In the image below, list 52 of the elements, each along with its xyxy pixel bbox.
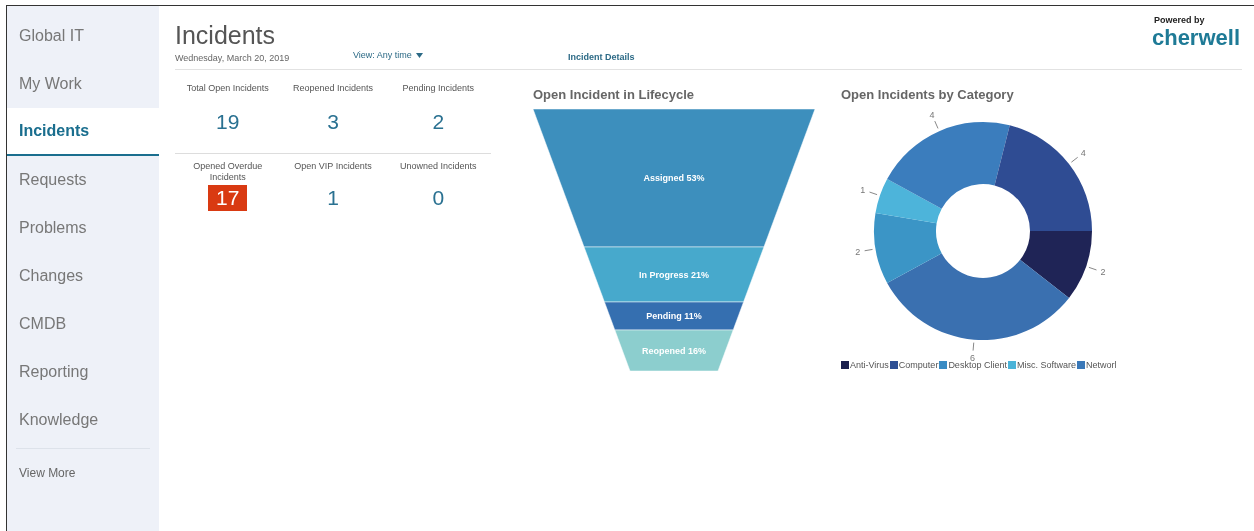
stat-label: Opened Overdue Incidents <box>192 160 264 183</box>
stat-value: 3 <box>327 108 339 135</box>
stat-label: Open VIP Incidents <box>293 160 373 173</box>
page-title: Incidents <box>175 20 277 50</box>
nav-item[interactable]: My Work <box>7 60 159 108</box>
legend-label: Networl <box>1085 359 1117 372</box>
data-label: 6 <box>970 352 975 363</box>
stat-value: 2 <box>432 108 445 135</box>
stat-label: Pending Incidents <box>401 82 476 95</box>
segment-label: Pending 11% <box>646 311 702 321</box>
nav-item[interactable]: Changes <box>7 252 159 300</box>
date-text: Wednesday, March 20, 2019 <box>175 52 291 65</box>
legend-label: Desktop Client <box>948 360 1007 372</box>
segment-label: In Progress 21% <box>639 269 709 280</box>
view-dropdown[interactable]: View: Any time <box>353 49 568 63</box>
segment-label: Assigned 53% <box>643 173 705 183</box>
nav-item[interactable]: Global IT <box>7 12 159 60</box>
powered-by-text: Powered by <box>1153 14 1205 27</box>
leader-line <box>934 120 939 129</box>
caret-icon <box>415 53 423 59</box>
legend-label: Computer <box>898 359 939 372</box>
data-label: 2 <box>855 246 861 257</box>
leader-line <box>869 191 878 196</box>
nav-item[interactable]: CMDB <box>7 300 159 348</box>
stat-value: 17 <box>208 184 248 211</box>
nav-item[interactable]: Reporting <box>7 348 159 396</box>
stat-value: 19 <box>216 108 240 135</box>
nav-item[interactable]: Problems <box>7 204 159 252</box>
data-label: 4 <box>1080 148 1086 158</box>
leader-line <box>864 248 874 252</box>
nav-item[interactable]: Knowledge <box>7 396 159 444</box>
data-label: 4 <box>929 109 935 120</box>
incident-details-link[interactable]: Incident Details <box>568 51 635 65</box>
data-label: 2 <box>1100 267 1106 278</box>
leader-line <box>972 342 975 352</box>
stat-value: 1 <box>327 184 339 211</box>
chart-title: Open Incidents by Category <box>841 85 1015 104</box>
nav-item[interactable]: Requests <box>7 156 159 204</box>
view-more-link[interactable]: View More <box>19 464 159 482</box>
stat-label: Reopened Incidents <box>291 82 374 95</box>
data-label: 1 <box>860 184 866 195</box>
leader-line <box>1070 156 1079 163</box>
segment-label: Reopened 16% <box>642 345 706 356</box>
legend-label: Anti-Virus <box>850 359 889 372</box>
stat-label: Total Open Incidents <box>185 82 270 95</box>
leader-line <box>1088 266 1097 271</box>
nav-item[interactable]: Incidents <box>7 108 159 156</box>
chart-title: Open Incident in Lifecycle <box>533 85 696 104</box>
stat-label: Unowned Incidents <box>399 160 478 173</box>
stat-value: 0 <box>432 184 445 211</box>
legend-label: Misc. Software <box>1016 359 1076 372</box>
brand-logo: cherwell <box>1151 27 1240 48</box>
